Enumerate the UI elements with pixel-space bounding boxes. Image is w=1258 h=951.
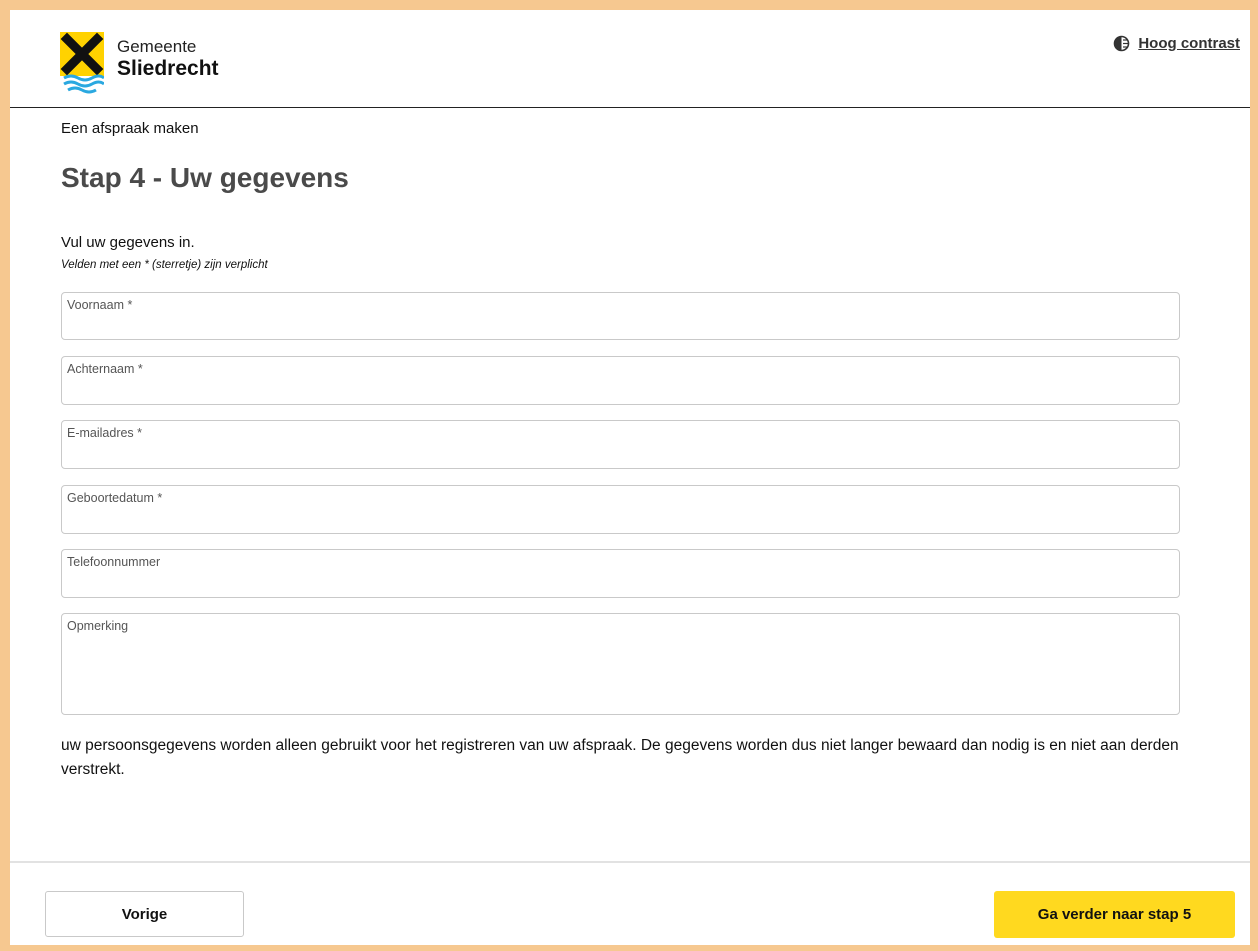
birthdate-input[interactable] — [67, 510, 1173, 528]
form-intro: Vul uw gegevens in. — [61, 234, 195, 251]
email-input[interactable] — [67, 445, 1173, 463]
firstname-field[interactable]: Voornaam * — [61, 292, 1180, 340]
email-label: E-mailadres * — [67, 426, 143, 440]
municipality-logo[interactable] — [60, 32, 104, 94]
next-step-button[interactable]: Ga verder naar stap 5 — [994, 891, 1235, 938]
brand-name: Gemeente Sliedrecht — [117, 37, 219, 81]
page-frame: Gemeente Sliedrecht Hoog contrast Een af… — [10, 10, 1250, 945]
birthdate-field[interactable]: Geboortedatum * — [61, 485, 1180, 534]
remark-label: Opmerking — [67, 619, 129, 633]
contrast-icon — [1114, 35, 1130, 52]
lastname-input[interactable] — [67, 381, 1173, 399]
phone-field[interactable]: Telefoonnummer — [61, 549, 1180, 598]
form-footer: Vorige Ga verder naar stap 5 — [10, 861, 1250, 945]
remark-textarea[interactable] — [67, 640, 1173, 709]
privacy-statement: uw persoonsgegevens worden alleen gebrui… — [61, 737, 1179, 779]
brand-municipality-label: Gemeente — [117, 37, 197, 56]
lastname-label: Achternaam * — [67, 362, 143, 376]
lastname-field[interactable]: Achternaam * — [61, 356, 1180, 405]
phone-input[interactable] — [67, 574, 1173, 592]
previous-button[interactable]: Vorige — [45, 891, 244, 937]
site-header: Gemeente Sliedrecht Hoog contrast — [10, 10, 1250, 108]
brand-town-name: Sliedrecht — [117, 56, 219, 80]
page-title: Stap 4 - Uw gegevens — [61, 162, 349, 193]
high-contrast-link[interactable]: Hoog contrast — [1138, 35, 1240, 52]
firstname-input[interactable] — [67, 316, 1173, 334]
phone-label: Telefoonnummer — [67, 555, 161, 569]
required-fields-note: Velden met een * (sterretje) zijn verpli… — [61, 259, 268, 271]
high-contrast-toggle[interactable]: Hoog contrast — [1113, 35, 1240, 52]
birthdate-label: Geboortedatum * — [67, 491, 163, 505]
breadcrumb: Een afspraak maken — [61, 120, 199, 137]
email-field[interactable]: E-mailadres * — [61, 420, 1180, 469]
remark-field[interactable]: Opmerking — [61, 613, 1180, 715]
firstname-label: Voornaam * — [67, 298, 133, 312]
